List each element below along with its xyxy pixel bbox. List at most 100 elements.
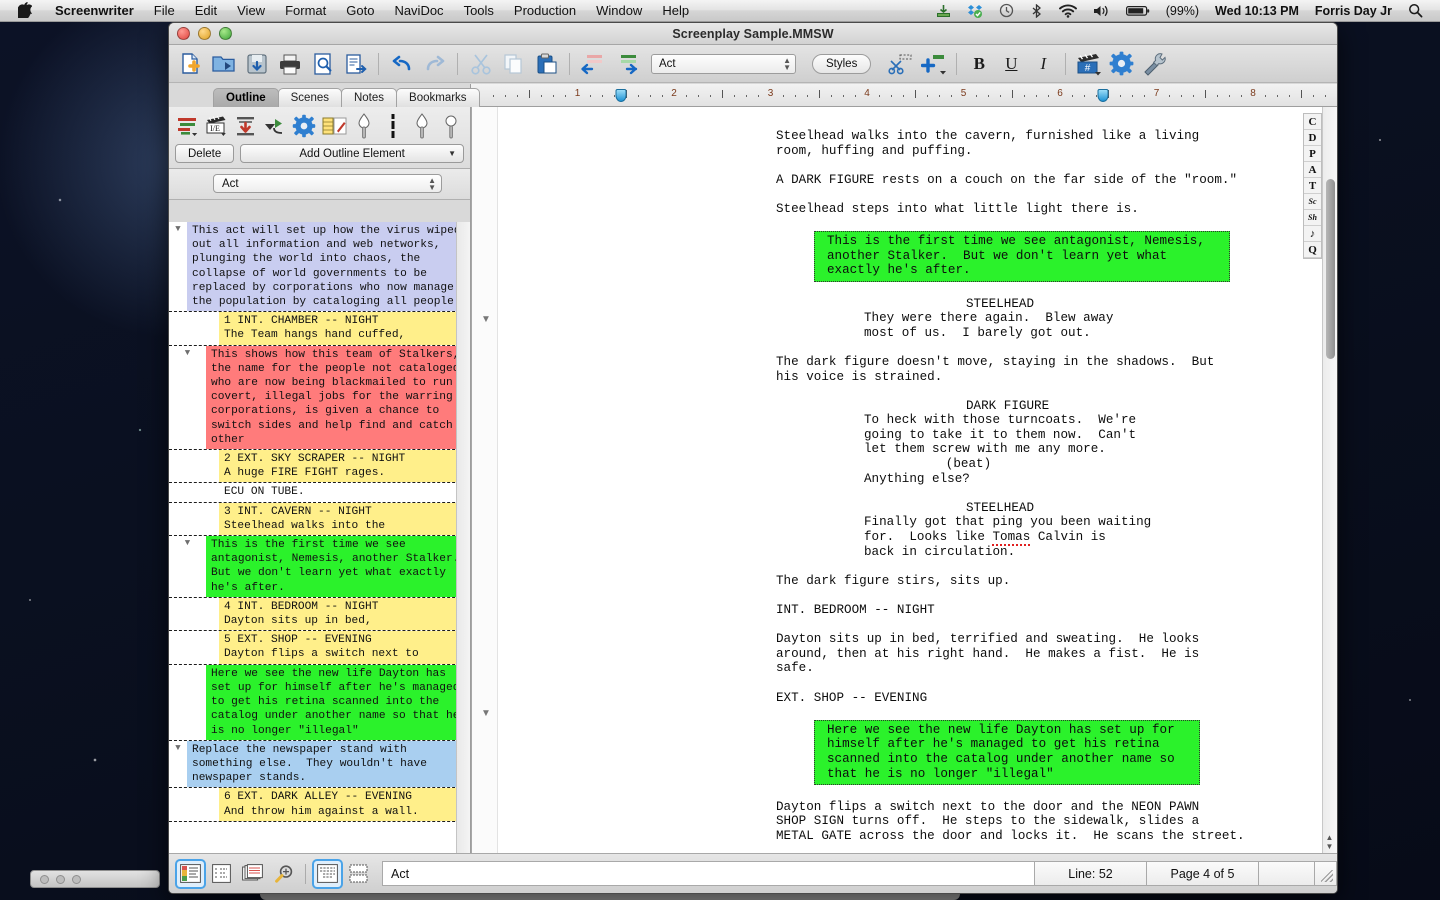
outline-element-type-select[interactable]: Act ▲▼ <box>213 174 442 193</box>
element-shortcut-p[interactable]: P <box>1304 146 1321 162</box>
apple-menu-icon[interactable] <box>0 2 45 18</box>
menu-navidoc[interactable]: NaviDoc <box>384 0 453 22</box>
element-shortcut-d[interactable]: D <box>1304 130 1321 146</box>
outline-row[interactable]: ▼This shows how this team of Stalkers, t… <box>169 346 470 450</box>
element-shortcut-a[interactable]: A <box>1304 162 1321 178</box>
outline-list-scroll[interactable]: ▼This act will set up how the virus wipe… <box>169 222 470 853</box>
action-paragraph[interactable]: Steelhead steps into what little light t… <box>776 202 1279 217</box>
tab-outline[interactable]: Outline <box>213 88 279 107</box>
zoom-button[interactable] <box>219 27 232 40</box>
export-icon[interactable] <box>340 48 371 80</box>
outline-collapse-triangle-icon[interactable]: ▼ <box>175 743 180 788</box>
outline-scrollbar[interactable] <box>456 222 470 853</box>
magnify-icon[interactable] <box>270 861 297 887</box>
inline-note-block[interactable]: Here we see the new life Dayton has set … <box>814 720 1200 785</box>
misspelled-word[interactable]: Tomas <box>992 530 1030 546</box>
scene-heading[interactable]: EXT. SHOP -- EVENING <box>776 691 1279 706</box>
production-icon[interactable]: # <box>1073 48 1104 80</box>
int-ext-icon[interactable]: I/E <box>204 112 230 140</box>
cut-element-icon[interactable] <box>885 48 916 80</box>
menu-window[interactable]: Window <box>586 0 652 22</box>
add-element-icon[interactable] <box>918 48 949 80</box>
script-page-text[interactable]: Steelhead walks into the cavern, furnish… <box>498 107 1297 853</box>
wifi-icon[interactable] <box>1052 4 1084 18</box>
element-shortcut-sh[interactable]: Sh <box>1304 210 1321 226</box>
underline-button[interactable]: U <box>996 54 1026 74</box>
scrollbar-arrows[interactable]: ▲▼ <box>1323 833 1336 851</box>
current-element-field[interactable]: Act <box>382 861 1035 886</box>
italic-button[interactable]: I <box>1028 54 1058 74</box>
minimize-button[interactable] <box>198 27 211 40</box>
element-shortcut-q[interactable]: Q <box>1304 242 1321 258</box>
action-paragraph[interactable]: Steelhead walks into the cavern, furnish… <box>776 129 1279 158</box>
window-title-bar[interactable]: Screenplay Sample.MMSW <box>169 23 1337 45</box>
outline-row[interactable]: ECU ON TUBE. <box>169 483 470 502</box>
indent-marker-icon[interactable] <box>615 89 626 102</box>
settings-gear-icon[interactable] <box>291 112 317 140</box>
outline-row[interactable]: ▼Replace the newspaper stand with someth… <box>169 741 470 789</box>
paste-icon[interactable] <box>531 48 562 80</box>
slider-3-icon[interactable] <box>409 112 435 140</box>
collapse-triangle-icon[interactable]: ▼ <box>481 709 491 719</box>
action-paragraph[interactable]: Dayton sits up in bed, terrified and swe… <box>776 632 1279 676</box>
color-picker-icon[interactable] <box>322 112 348 140</box>
menu-help[interactable]: Help <box>652 0 699 22</box>
bold-button[interactable]: B <box>964 54 994 74</box>
print-icon[interactable] <box>274 48 305 80</box>
action-paragraph[interactable]: The dark figure stirs, sits up. <box>776 574 1279 589</box>
element-shortcut-c[interactable]: C <box>1304 114 1321 130</box>
tools-icon[interactable] <box>1139 48 1170 80</box>
element-shortcut-sc[interactable]: Sc <box>1304 194 1321 210</box>
push-down-icon[interactable] <box>233 112 259 140</box>
outline-collapse-triangle-icon[interactable]: ▼ <box>185 348 190 449</box>
window-resize-grip[interactable] <box>1315 861 1337 886</box>
document-scrollbar[interactable]: ▲▼ <box>1322 107 1337 853</box>
user-name-label[interactable]: Forris Day Jr <box>1308 0 1399 22</box>
inline-note-block[interactable]: This is the first time we see antagonist… <box>814 231 1230 282</box>
spotlight-search-icon[interactable] <box>1401 3 1430 18</box>
previous-element-icon[interactable] <box>577 48 608 80</box>
save-document-icon[interactable] <box>241 48 272 80</box>
download-icon[interactable] <box>929 4 958 18</box>
tab-notes[interactable]: Notes <box>341 88 397 107</box>
menu-goto[interactable]: Goto <box>336 0 384 22</box>
outline-row[interactable]: 4 INT. BEDROOM -- NIGHT Dayton sits up i… <box>169 598 470 631</box>
action-paragraph[interactable]: The dark figure doesn't move, staying in… <box>776 355 1279 384</box>
dialogue-block[interactable]: STEELHEADThey were there again. Blew awa… <box>776 297 1279 341</box>
document-ruler[interactable]: 123456789 <box>471 84 1338 107</box>
dropbox-icon[interactable] <box>960 4 990 18</box>
menu-file[interactable]: File <box>144 0 185 22</box>
volume-icon[interactable] <box>1086 4 1117 18</box>
close-button[interactable] <box>177 27 190 40</box>
indent-marker-icon[interactable] <box>1098 89 1109 102</box>
element-shortcut-t[interactable]: T <box>1304 178 1321 194</box>
outline-row[interactable]: 3 INT. CAVERN -- NIGHT Steelhead walks i… <box>169 503 470 536</box>
element-type-popup[interactable]: Act ▲▼ <box>651 54 796 74</box>
outline-row[interactable]: 5 EXT. SHOP -- EVENING Dayton flips a sw… <box>169 631 470 664</box>
menu-production[interactable]: Production <box>504 0 586 22</box>
slider-4-icon[interactable] <box>438 112 464 140</box>
battery-icon[interactable] <box>1119 5 1157 17</box>
slider-2-icon[interactable] <box>380 112 406 140</box>
play-goto-icon[interactable] <box>262 112 288 140</box>
tab-scenes[interactable]: Scenes <box>278 88 342 107</box>
open-document-icon[interactable] <box>208 48 239 80</box>
new-document-icon[interactable] <box>175 48 206 80</box>
settings-gear-icon[interactable] <box>1106 48 1137 80</box>
tab-bookmarks[interactable]: Bookmarks <box>396 88 480 107</box>
scene-cards-icon[interactable] <box>239 861 266 887</box>
dialogue-block[interactable]: STEELHEADFinally got that ping you been … <box>776 501 1279 559</box>
index-card-view-icon[interactable] <box>208 861 235 887</box>
script-editor[interactable]: ▼ ▼ Steelhead walks into the cavern, fur… <box>471 107 1337 853</box>
add-outline-element-button[interactable]: Add Outline Element ▼ <box>240 144 464 163</box>
time-machine-icon[interactable] <box>992 3 1021 18</box>
outline-collapse-triangle-icon[interactable]: ▼ <box>185 538 190 597</box>
menu-format[interactable]: Format <box>275 0 336 22</box>
menu-tools[interactable]: Tools <box>454 0 504 22</box>
next-element-icon[interactable] <box>610 48 641 80</box>
dialogue-block[interactable]: DARK FIGURETo heck with those turncoats.… <box>776 399 1279 487</box>
clock-label[interactable]: Wed 10:13 PM <box>1208 0 1306 22</box>
styles-button[interactable]: Styles <box>812 54 871 74</box>
delete-button[interactable]: Delete <box>175 144 234 163</box>
outline-row[interactable]: ▼This act will set up how the virus wipe… <box>169 222 470 312</box>
